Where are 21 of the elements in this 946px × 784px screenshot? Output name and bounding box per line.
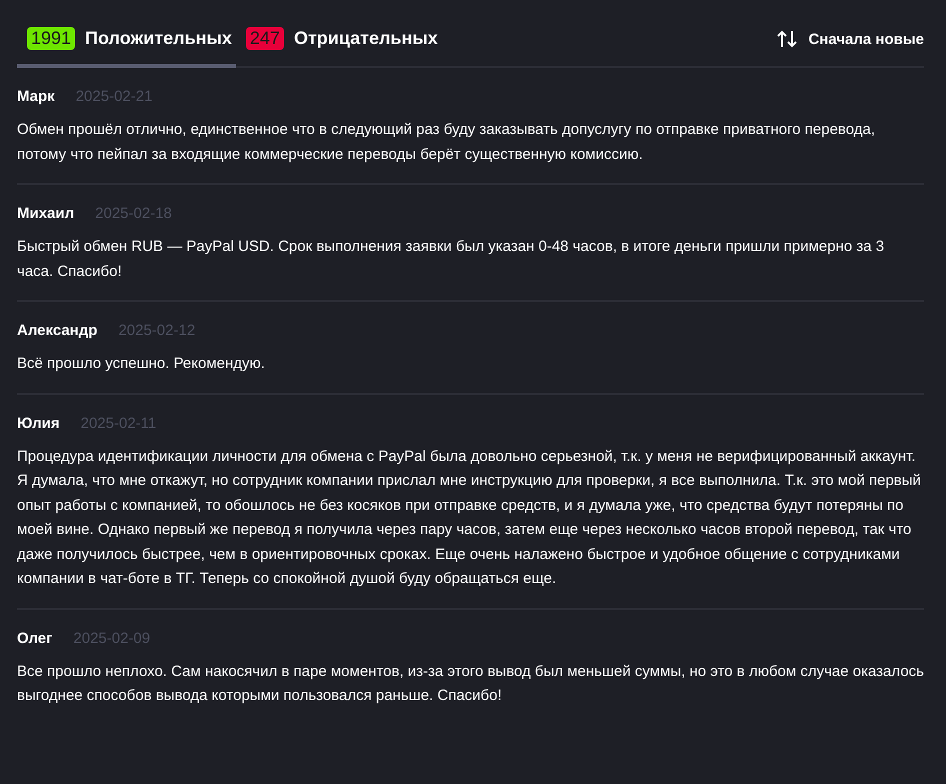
count-badge: 247 — [246, 27, 284, 50]
review-text: Всё прошло успешно. Рекомендую. — [17, 354, 266, 374]
review-author: Олег — [17, 630, 52, 646]
review-author: Александр — [17, 322, 98, 339]
review-text: Быстрый обмен RUB — PayPal USD. Срок выполнения заявки был указан 0-48 часов, в итоге деньги пришли примерно за 3 часа. Спасибо! — [17, 237, 886, 282]
count-badge: 1991 — [27, 27, 76, 50]
review-text: Процедура идентификации личности для обмена с PayPal была довольно серьезной, т.к. у меня не верифицированный аккаунт. Я думала, что мне откажут, но сотрудник компании прислал мне инструкцию для проверки, я все выполнила. Т.к. это мой первый опыт работы с компанией, то обошлось не без косяков при отправке средств, и я думала уже, что средства будут потеряны по моей вине. Однако первый же перевод я получила через пару часов, затем еще через несколько часов второй перевод, так что даже получилось быстрее, чем в ориентировочных сроках. Еще очень налажено быстрое и удобное общение с сотрудниками компании в чат-боте в ТГ. Теперь со спокойной душой буду обращаться еще. — [17, 446, 922, 589]
review-date: 2025-02-12 — [118, 322, 196, 339]
review-author: Юлия — [17, 414, 60, 432]
review-date: 2025-02-11 — [80, 414, 156, 432]
sort-button[interactable]: Сначала новые — [776, 20, 924, 49]
review-text: Все прошло неплохо. Сам накосячил в паре моментов, из-за этого вывод был меньшей суммы, но это в любом случае оказалось выгоднее способов вывода которыми пользовался раньше. Спасибо! — [17, 662, 924, 706]
sort-arrows-icon — [776, 29, 798, 49]
review-date: 2025-02-18 — [95, 205, 172, 222]
review-text: Обмен прошёл отлично, единственное что в следующий раз буду заказывать допуслугу по отправке приватного перевода, потому что пейпал за входящие коммерческие переводы берёт существенную комиссию. — [17, 120, 876, 164]
filter-tab[interactable]: 1991 Положительных — [17, 20, 236, 68]
review-date: 2025-02-09 — [73, 630, 150, 646]
review-author: Марк — [17, 88, 55, 105]
review-author: Михаил — [17, 205, 74, 222]
review-date: 2025-02-21 — [76, 88, 152, 105]
filter-tab[interactable]: 247 Отрицательных — [236, 20, 438, 68]
